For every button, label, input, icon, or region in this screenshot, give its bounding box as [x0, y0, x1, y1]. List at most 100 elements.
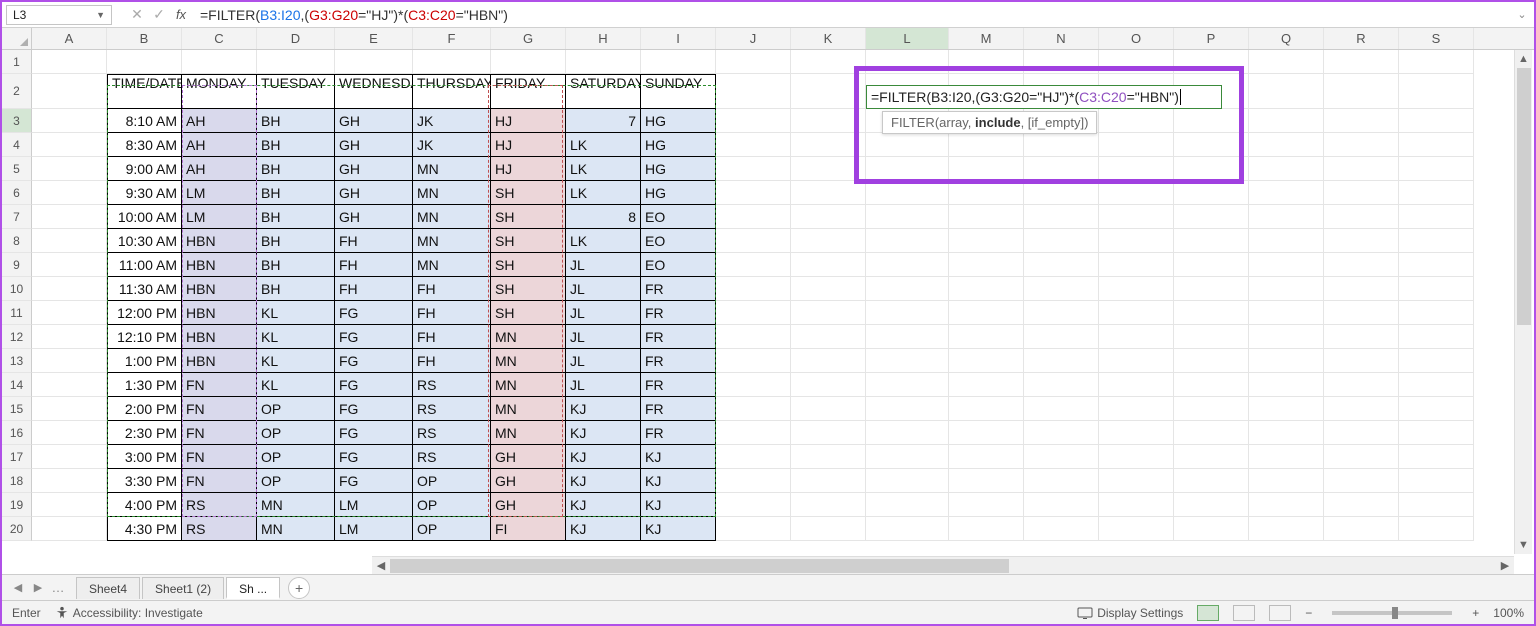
column-header-c[interactable]: C: [182, 28, 257, 49]
cell-h15[interactable]: KJ: [566, 397, 641, 421]
cell-o13[interactable]: [1099, 349, 1174, 373]
cell-h11[interactable]: JL: [566, 301, 641, 325]
cell-s2[interactable]: [1399, 74, 1474, 109]
column-header-d[interactable]: D: [257, 28, 335, 49]
cell-p7[interactable]: [1174, 205, 1249, 229]
cell-m5[interactable]: [949, 157, 1024, 181]
cell-m6[interactable]: [949, 181, 1024, 205]
sheet-tab-active[interactable]: Sh ...: [226, 577, 280, 599]
cell-k6[interactable]: [791, 181, 866, 205]
cell-b9[interactable]: 11:00 AM: [107, 253, 182, 277]
cell-q18[interactable]: [1249, 469, 1324, 493]
cell-p20[interactable]: [1174, 517, 1249, 541]
cell-s12[interactable]: [1399, 325, 1474, 349]
cell-d13[interactable]: KL: [257, 349, 335, 373]
cell-e6[interactable]: GH: [335, 181, 413, 205]
cell-b15[interactable]: 2:00 PM: [107, 397, 182, 421]
cell-h2[interactable]: SATURDAY: [566, 74, 641, 109]
cell-d10[interactable]: BH: [257, 277, 335, 301]
cell-q12[interactable]: [1249, 325, 1324, 349]
cell-c1[interactable]: [182, 50, 257, 74]
cell-c2[interactable]: MONDAY: [182, 74, 257, 109]
cell-e4[interactable]: GH: [335, 133, 413, 157]
cell-n14[interactable]: [1024, 373, 1099, 397]
cell-m13[interactable]: [949, 349, 1024, 373]
cell-s17[interactable]: [1399, 445, 1474, 469]
row-header-1[interactable]: 1: [2, 50, 32, 74]
cell-f18[interactable]: OP: [413, 469, 491, 493]
row-header-6[interactable]: 6: [2, 181, 32, 205]
cell-b5[interactable]: 9:00 AM: [107, 157, 182, 181]
cell-f14[interactable]: RS: [413, 373, 491, 397]
cell-j3[interactable]: [716, 109, 791, 133]
cell-k14[interactable]: [791, 373, 866, 397]
cell-o15[interactable]: [1099, 397, 1174, 421]
row-header-16[interactable]: 16: [2, 421, 32, 445]
cell-i11[interactable]: FR: [641, 301, 716, 325]
cell-r8[interactable]: [1324, 229, 1399, 253]
cell-n17[interactable]: [1024, 445, 1099, 469]
cell-s11[interactable]: [1399, 301, 1474, 325]
cell-h14[interactable]: JL: [566, 373, 641, 397]
cell-p10[interactable]: [1174, 277, 1249, 301]
cell-m17[interactable]: [949, 445, 1024, 469]
column-header-j[interactable]: J: [716, 28, 791, 49]
cell-q20[interactable]: [1249, 517, 1324, 541]
cell-a9[interactable]: [32, 253, 107, 277]
cell-o4[interactable]: [1099, 133, 1174, 157]
cell-f11[interactable]: FH: [413, 301, 491, 325]
cell-a3[interactable]: [32, 109, 107, 133]
cell-j13[interactable]: [716, 349, 791, 373]
cell-e8[interactable]: FH: [335, 229, 413, 253]
cell-q1[interactable]: [1249, 50, 1324, 74]
cell-s10[interactable]: [1399, 277, 1474, 301]
row-header-10[interactable]: 10: [2, 277, 32, 301]
cell-r3[interactable]: [1324, 109, 1399, 133]
zoom-slider[interactable]: [1332, 611, 1452, 615]
cell-s4[interactable]: [1399, 133, 1474, 157]
column-header-f[interactable]: F: [413, 28, 491, 49]
cell-b12[interactable]: 12:10 PM: [107, 325, 182, 349]
cell-o16[interactable]: [1099, 421, 1174, 445]
cell-e12[interactable]: FG: [335, 325, 413, 349]
cell-b6[interactable]: 9:30 AM: [107, 181, 182, 205]
cell-r4[interactable]: [1324, 133, 1399, 157]
row-header-18[interactable]: 18: [2, 469, 32, 493]
cell-o1[interactable]: [1099, 50, 1174, 74]
cell-l11[interactable]: [866, 301, 949, 325]
cell-j19[interactable]: [716, 493, 791, 517]
cell-h18[interactable]: KJ: [566, 469, 641, 493]
cell-i10[interactable]: FR: [641, 277, 716, 301]
cell-q2[interactable]: [1249, 74, 1324, 109]
cell-r15[interactable]: [1324, 397, 1399, 421]
cell-d4[interactable]: BH: [257, 133, 335, 157]
cell-e11[interactable]: FG: [335, 301, 413, 325]
row-header-19[interactable]: 19: [2, 493, 32, 517]
worksheet-grid[interactable]: ABCDEFGHIJKLMNOPQRS 12TIME/DATEMONDAYTUE…: [2, 28, 1534, 574]
cell-c14[interactable]: FN: [182, 373, 257, 397]
cell-o6[interactable]: [1099, 181, 1174, 205]
cell-l6[interactable]: [866, 181, 949, 205]
cell-b18[interactable]: 3:30 PM: [107, 469, 182, 493]
cell-m19[interactable]: [949, 493, 1024, 517]
cell-s7[interactable]: [1399, 205, 1474, 229]
cell-o20[interactable]: [1099, 517, 1174, 541]
formula-input[interactable]: =FILTER(B3:I20,(G3:G20="HJ")*(C3:C20="HB…: [192, 7, 1514, 23]
cell-d7[interactable]: BH: [257, 205, 335, 229]
cell-q6[interactable]: [1249, 181, 1324, 205]
cell-p6[interactable]: [1174, 181, 1249, 205]
cell-b7[interactable]: 10:00 AM: [107, 205, 182, 229]
cell-n12[interactable]: [1024, 325, 1099, 349]
cell-j5[interactable]: [716, 157, 791, 181]
cell-j1[interactable]: [716, 50, 791, 74]
cell-g7[interactable]: SH: [491, 205, 566, 229]
cell-j6[interactable]: [716, 181, 791, 205]
cell-k11[interactable]: [791, 301, 866, 325]
cell-j2[interactable]: [716, 74, 791, 109]
cell-m8[interactable]: [949, 229, 1024, 253]
cell-f20[interactable]: OP: [413, 517, 491, 541]
cell-n8[interactable]: [1024, 229, 1099, 253]
cell-r11[interactable]: [1324, 301, 1399, 325]
cell-s15[interactable]: [1399, 397, 1474, 421]
cell-r5[interactable]: [1324, 157, 1399, 181]
